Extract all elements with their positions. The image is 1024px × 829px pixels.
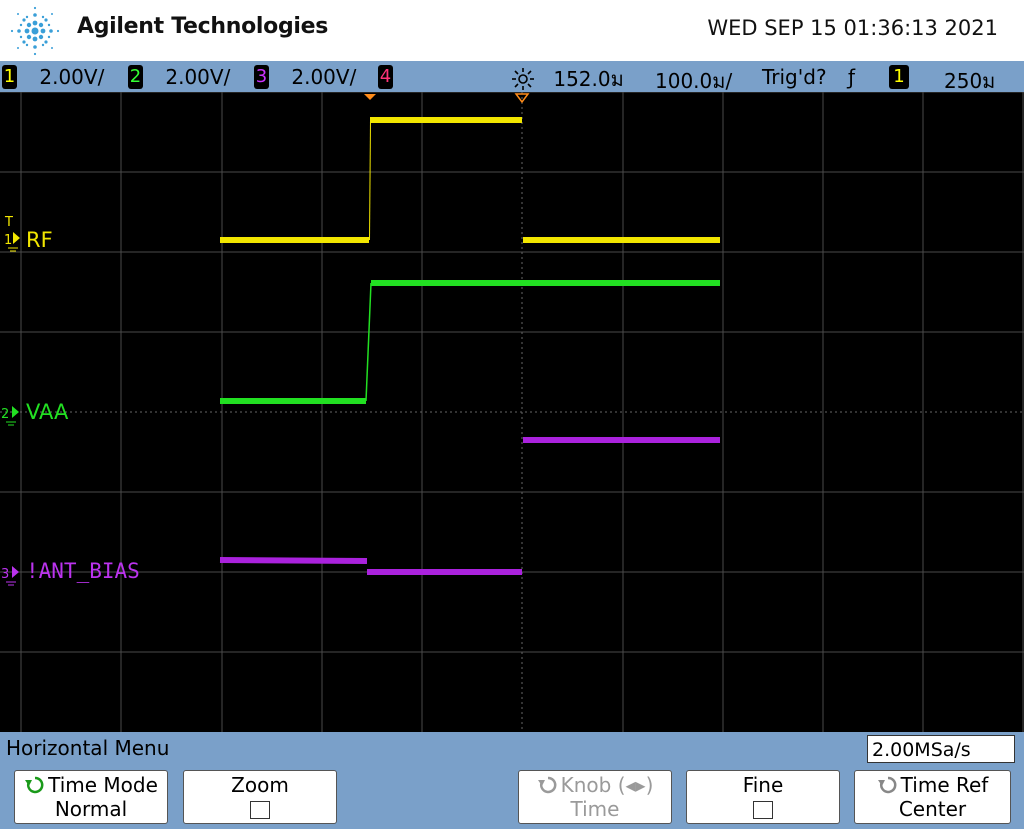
waveform-display: T 1 RF 2 VAA 3 !ANT_BIAS xyxy=(0,92,1024,732)
trigger-source-badge: 1 xyxy=(889,65,909,89)
time-mode-label: Time Mode xyxy=(48,773,158,797)
time-ref-label-row: Time Ref xyxy=(855,773,1010,797)
ch2-scale-readout[interactable]: 2 2.00V/ xyxy=(128,65,230,89)
zoom-label: Zoom xyxy=(231,773,289,797)
menu-title: Horizontal Menu xyxy=(6,736,170,760)
knob-rotate-icon xyxy=(537,776,557,794)
ch2-ground-marker: 2 xyxy=(1,406,19,426)
ch1-ground-marker: T 1 xyxy=(4,215,20,252)
trigger-status: Trig'd? xyxy=(762,65,827,89)
delay-readout[interactable]: 152.0ม xyxy=(509,63,624,95)
knob-time-softkey[interactable]: Knob (◂▸) Time xyxy=(518,770,672,824)
delay-value: 152.0ม xyxy=(553,67,624,91)
time-mode-softkey[interactable]: Time Mode Normal xyxy=(14,770,168,824)
knob-value: Time xyxy=(570,797,620,821)
trigger-source[interactable]: 1 xyxy=(889,65,909,89)
knob-rotate-icon xyxy=(25,776,44,794)
ch2-label: VAA xyxy=(26,400,69,424)
ch3-scale-readout[interactable]: 3 2.00V/ xyxy=(254,65,356,89)
zoom-checkbox[interactable] xyxy=(250,801,270,819)
ch3-ground-marker: 3 xyxy=(1,566,19,586)
ch1-marker: 1 xyxy=(4,233,12,248)
sample-rate-readout: 2.00MSa/s xyxy=(867,735,1015,763)
graticule-axes xyxy=(0,92,1024,732)
title-bar: Agilent Technologies WED SEP 15 01:36:13… xyxy=(0,0,1024,61)
ch1-scale: 2.00V/ xyxy=(39,65,105,89)
fine-checkbox[interactable] xyxy=(753,801,773,819)
ch1-badge: 1 xyxy=(2,65,17,89)
ch3-label: !ANT_BIAS xyxy=(26,559,140,583)
ch4-badge: 4 xyxy=(378,65,393,89)
time-ref-softkey[interactable]: Time Ref Center xyxy=(854,770,1011,824)
zoom-softkey[interactable]: Zoom xyxy=(183,770,337,824)
ch2-marker: 2 xyxy=(1,407,9,422)
ch3-scale: 2.00V/ xyxy=(291,65,357,89)
fine-softkey[interactable]: Fine xyxy=(686,770,840,824)
ch1-waveform xyxy=(220,117,720,243)
ch3-badge: 3 xyxy=(254,65,269,89)
knob-label-row: Knob (◂▸) xyxy=(519,773,671,797)
brand-name: Agilent Technologies xyxy=(77,14,329,39)
fine-label: Fine xyxy=(742,773,784,797)
delay-knob-icon xyxy=(512,68,534,90)
date-time: WED SEP 15 01:36:13 2021 xyxy=(707,16,998,40)
ch2-badge: 2 xyxy=(128,65,143,89)
time-ref-value: Center xyxy=(898,797,967,821)
ch3-waveform xyxy=(219,437,720,575)
time-ref-label: Time Ref xyxy=(900,773,989,797)
trigger-slope-icon[interactable]: ƒ xyxy=(848,65,855,89)
time-mode-label-row: Time Mode xyxy=(15,773,167,797)
knob-rotate-icon xyxy=(877,776,897,794)
agilent-logo-icon xyxy=(10,6,60,56)
ch1-rising-edge xyxy=(369,119,371,241)
ch1-scale-readout[interactable]: 1 2.00V/ xyxy=(2,65,104,89)
ch2-rising-edge xyxy=(365,282,372,402)
trigger-level-marker: T xyxy=(4,215,13,230)
trigger-position-marker-icon xyxy=(364,94,376,100)
knob-label: Knob (◂▸) xyxy=(560,773,654,797)
time-mode-value: Normal xyxy=(54,797,128,821)
ch2-scale: 2.00V/ xyxy=(165,65,231,89)
status-bar: 1 2.00V/ 2 2.00V/ 3 2.00V/ 4 152.0ม 100.… xyxy=(0,61,1024,95)
ch4-readout[interactable]: 4 xyxy=(378,65,393,89)
ch3-marker: 3 xyxy=(1,567,9,582)
ch2-waveform xyxy=(220,280,720,404)
ch1-label: RF xyxy=(26,228,53,252)
